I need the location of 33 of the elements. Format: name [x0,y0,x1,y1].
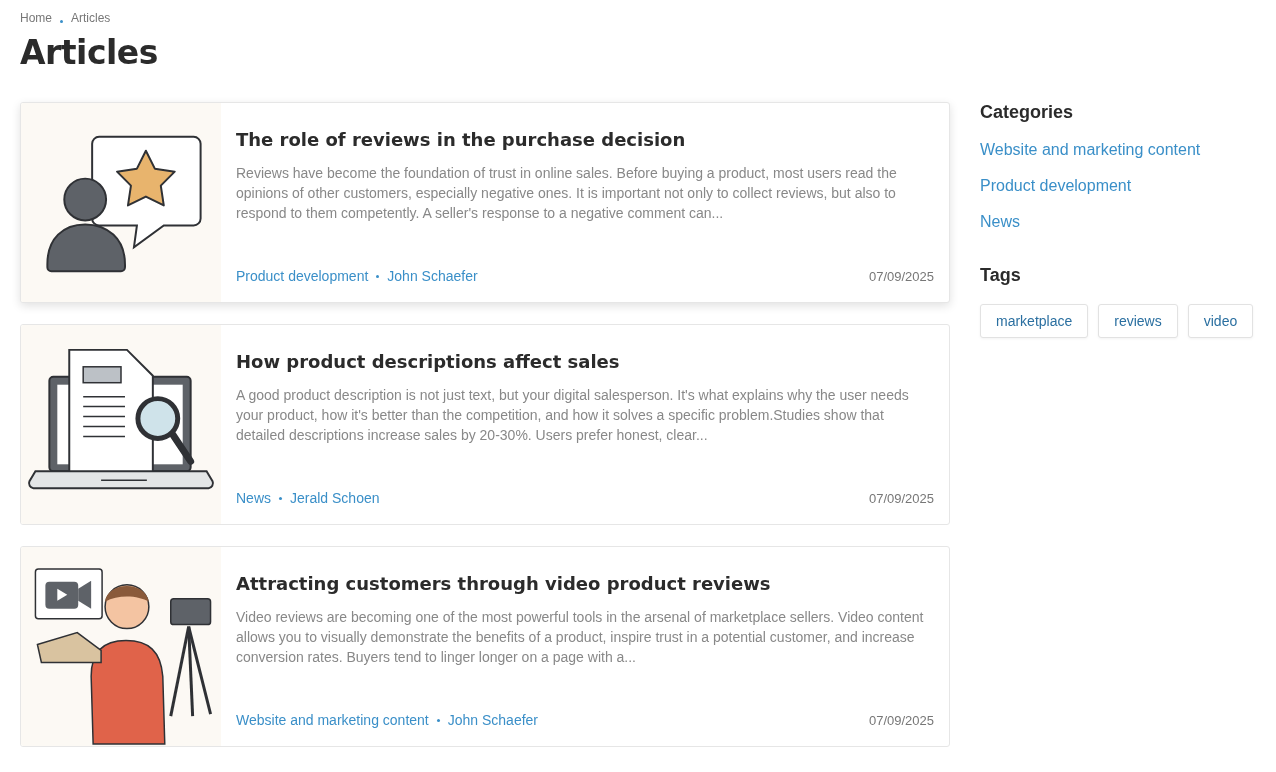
tag-button[interactable]: reviews [1098,304,1178,338]
category-link[interactable]: Product development [980,177,1255,195]
separator-dot-icon [60,19,63,23]
article-excerpt: A good product description is not just text, but your digital salesperson. It's what explains why the user needs your product, how it's better than the competition, and how it solves a specific problem.Studies show that detailed descriptions increase sales by 20-30%. Users prefer honest, clear... [236,386,910,445]
article-excerpt: Reviews have become the foundation of trust in online sales. Before buying a product, most users read the opinions of other customers, especially negative ones. It is important not only to collect reviews, but also to respond to them competently. A seller's response to a negative comment can... [236,164,898,223]
category-link[interactable]: Website and marketing content [980,141,1255,159]
article-card[interactable] [20,102,950,303]
article-date: 07/09/2025 [868,490,934,506]
article-card[interactable] [20,546,950,747]
separator-dot-icon [279,496,282,500]
article-date: 07/09/2025 [868,268,934,284]
category-link[interactable]: Website and marketing content [236,712,429,728]
tag-button[interactable]: video [1187,304,1254,338]
tag-button[interactable]: marketplace [980,304,1089,338]
article-title[interactable]: The role of reviews in the purchase decision [236,129,934,150]
article-date: 07/09/2025 [868,712,934,728]
breadcrumb-link[interactable]: Articles [71,11,111,25]
page-title: Articles [20,33,159,72]
categories-heading: Categories [980,102,1075,123]
tags-heading: Tags [980,265,1022,286]
category-link[interactable]: Product development [236,268,369,284]
article-card[interactable] [20,324,950,525]
breadcrumb-link[interactable]: Home [20,11,52,25]
article-excerpt: Video reviews are becoming one of the most powerful tools in the arsenal of marketplace sellers. Video content allows you to visually demonstrate the benefits of a product, inspire trust in a potential customer, and increase conversion rates. Buyers tend to linger longer on a page with a... [236,608,925,667]
category-link[interactable]: News [980,213,1255,231]
author-link[interactable]: John Schaefer [387,268,478,284]
author-link[interactable]: Jerald Schoen [290,490,380,506]
category-link[interactable]: News [236,490,271,506]
article-title[interactable]: Attracting customers through video product reviews [236,573,934,594]
separator-dot-icon [436,718,440,722]
separator-dot-icon [376,274,380,278]
article-title[interactable]: How product descriptions affect sales [236,351,934,372]
author-link[interactable]: John Schaefer [447,712,539,728]
